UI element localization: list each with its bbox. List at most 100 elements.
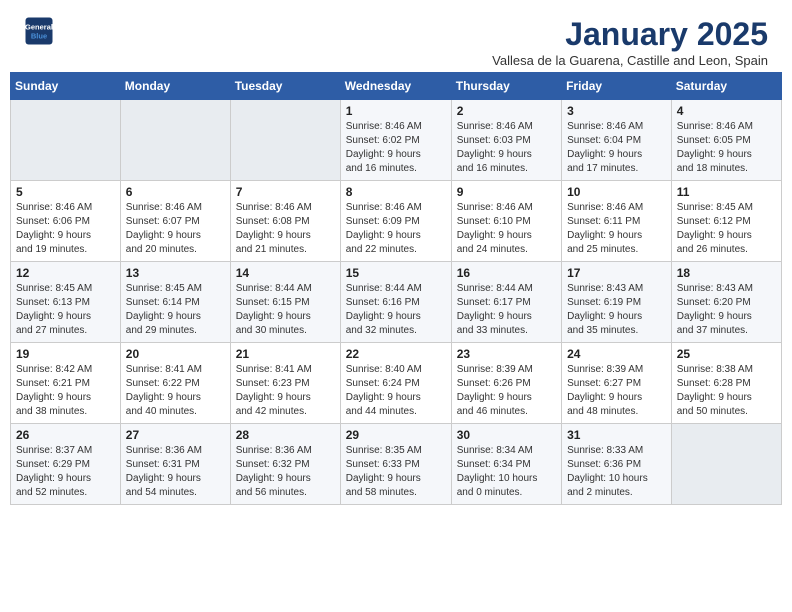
calendar-week-row: 5Sunrise: 8:46 AMSunset: 6:06 PMDaylight… — [11, 181, 782, 262]
day-info: Sunrise: 8:43 AMSunset: 6:19 PMDaylight:… — [567, 282, 666, 338]
day-number: 2 — [457, 104, 556, 118]
calendar-cell: 6 Sunrise: 8:46 AMSunset: 6:07 PMDaylight… — [120, 181, 230, 262]
day-info: Sunrise: 8:46 AMSunset: 6:06 PMDaylight:… — [16, 201, 115, 257]
calendar-cell: 31 Sunrise: 8:33 AMSunset: 6:36 PMDayligh… — [562, 424, 672, 505]
calendar-cell: 17 Sunrise: 8:43 AMSunset: 6:19 PMDayligh… — [562, 262, 672, 343]
calendar-cell: 4Sunrise: 8:46 AMSunset: 6:05 PMDaylight… — [671, 100, 781, 181]
day-info: Sunrise: 8:46 AMSunset: 6:03 PMDaylight:… — [457, 120, 556, 176]
header-saturday: Saturday — [671, 73, 781, 100]
calendar-cell: 9Sunrise: 8:46 AMSunset: 6:10 PMDaylight… — [451, 181, 561, 262]
svg-text:General: General — [25, 23, 53, 32]
day-number: 19 — [16, 347, 115, 361]
day-info: Sunrise: 8:36 AMSunset: 6:31 PMDaylight:… — [126, 444, 225, 500]
calendar-cell — [671, 424, 781, 505]
day-info: Sunrise: 8:40 AMSunset: 6:24 PMDaylight:… — [346, 363, 446, 419]
calendar-week-row: 12 Sunrise: 8:45 AMSunset: 6:13 PMDayligh… — [11, 262, 782, 343]
calendar-cell: 8Sunrise: 8:46 AMSunset: 6:09 PMDaylight… — [340, 181, 451, 262]
day-number: 6 — [126, 185, 225, 199]
calendar-cell: 24 Sunrise: 8:39 AMSunset: 6:27 PMDayligh… — [562, 343, 672, 424]
calendar-container: Sunday Monday Tuesday Wednesday Thursday… — [0, 72, 792, 515]
day-number: 28 — [236, 428, 335, 442]
calendar-cell: 23 Sunrise: 8:39 AMSunset: 6:26 PMDayligh… — [451, 343, 561, 424]
title-block: January 2025 Vallesa de la Guarena, Cast… — [492, 16, 768, 68]
calendar-cell — [230, 100, 340, 181]
calendar-cell: 1 Sunrise: 8:46 AMSunset: 6:02 PMDaylight… — [340, 100, 451, 181]
day-number: 17 — [567, 266, 666, 280]
day-info: Sunrise: 8:46 AMSunset: 6:04 PMDaylight:… — [567, 120, 666, 176]
month-title: January 2025 — [492, 16, 768, 53]
location-subtitle: Vallesa de la Guarena, Castille and Leon… — [492, 53, 768, 68]
header-wednesday: Wednesday — [340, 73, 451, 100]
day-number: 25 — [677, 347, 776, 361]
header-tuesday: Tuesday — [230, 73, 340, 100]
day-info: Sunrise: 8:34 AMSunset: 6:34 PMDaylight:… — [457, 444, 556, 500]
day-info: Sunrise: 8:36 AMSunset: 6:32 PMDaylight:… — [236, 444, 335, 500]
calendar-cell: 7 Sunrise: 8:46 AMSunset: 6:08 PMDaylight… — [230, 181, 340, 262]
day-number: 13 — [126, 266, 225, 280]
day-number: 12 — [16, 266, 115, 280]
header-friday: Friday — [562, 73, 672, 100]
day-info: Sunrise: 8:33 AMSunset: 6:36 PMDaylight:… — [567, 444, 666, 500]
page-header: General Blue January 2025 Vallesa de la … — [0, 0, 792, 72]
day-number: 23 — [457, 347, 556, 361]
day-number: 18 — [677, 266, 776, 280]
header-thursday: Thursday — [451, 73, 561, 100]
day-info: Sunrise: 8:45 AMSunset: 6:12 PMDaylight:… — [677, 201, 776, 257]
day-number: 3 — [567, 104, 666, 118]
calendar-cell: 13Sunrise: 8:45 AMSunset: 6:14 PMDayligh… — [120, 262, 230, 343]
day-info: Sunrise: 8:39 AMSunset: 6:26 PMDaylight:… — [457, 363, 556, 419]
day-info: Sunrise: 8:46 AMSunset: 6:08 PMDaylight:… — [236, 201, 335, 257]
day-info: Sunrise: 8:41 AMSunset: 6:22 PMDaylight:… — [126, 363, 225, 419]
day-number: 31 — [567, 428, 666, 442]
day-number: 15 — [346, 266, 446, 280]
logo: General Blue — [24, 16, 54, 46]
day-info: Sunrise: 8:46 AMSunset: 6:05 PMDaylight:… — [677, 120, 776, 176]
calendar-cell: 3 Sunrise: 8:46 AMSunset: 6:04 PMDaylight… — [562, 100, 672, 181]
day-info: Sunrise: 8:38 AMSunset: 6:28 PMDaylight:… — [677, 363, 776, 419]
logo-icon: General Blue — [24, 16, 54, 46]
day-info: Sunrise: 8:44 AMSunset: 6:17 PMDaylight:… — [457, 282, 556, 338]
calendar-cell: 12 Sunrise: 8:45 AMSunset: 6:13 PMDayligh… — [11, 262, 121, 343]
day-info: Sunrise: 8:39 AMSunset: 6:27 PMDaylight:… — [567, 363, 666, 419]
day-number: 14 — [236, 266, 335, 280]
calendar-cell: 10 Sunrise: 8:46 AMSunset: 6:11 PMDayligh… — [562, 181, 672, 262]
day-info: Sunrise: 8:42 AMSunset: 6:21 PMDaylight:… — [16, 363, 115, 419]
day-number: 10 — [567, 185, 666, 199]
day-info: Sunrise: 8:35 AMSunset: 6:33 PMDaylight:… — [346, 444, 446, 500]
day-info: Sunrise: 8:46 AMSunset: 6:02 PMDaylight:… — [346, 120, 446, 176]
calendar-week-row: 19 Sunrise: 8:42 AMSunset: 6:21 PMDayligh… — [11, 343, 782, 424]
calendar-cell: 19 Sunrise: 8:42 AMSunset: 6:21 PMDayligh… — [11, 343, 121, 424]
day-number: 11 — [677, 185, 776, 199]
day-info: Sunrise: 8:46 AMSunset: 6:09 PMDaylight:… — [346, 201, 446, 257]
calendar-cell: 25 Sunrise: 8:38 AMSunset: 6:28 PMDayligh… — [671, 343, 781, 424]
calendar-cell: 18 Sunrise: 8:43 AMSunset: 6:20 PMDayligh… — [671, 262, 781, 343]
calendar-cell: 28 Sunrise: 8:36 AMSunset: 6:32 PMDayligh… — [230, 424, 340, 505]
calendar-cell: 5Sunrise: 8:46 AMSunset: 6:06 PMDaylight… — [11, 181, 121, 262]
day-info: Sunrise: 8:44 AMSunset: 6:15 PMDaylight:… — [236, 282, 335, 338]
calendar-week-row: 26Sunrise: 8:37 AMSunset: 6:29 PMDayligh… — [11, 424, 782, 505]
calendar-cell: 22Sunrise: 8:40 AMSunset: 6:24 PMDayligh… — [340, 343, 451, 424]
day-info: Sunrise: 8:43 AMSunset: 6:20 PMDaylight:… — [677, 282, 776, 338]
day-number: 24 — [567, 347, 666, 361]
day-info: Sunrise: 8:46 AMSunset: 6:07 PMDaylight:… — [126, 201, 225, 257]
day-number: 20 — [126, 347, 225, 361]
header-sunday: Sunday — [11, 73, 121, 100]
calendar-cell: 26Sunrise: 8:37 AMSunset: 6:29 PMDayligh… — [11, 424, 121, 505]
day-info: Sunrise: 8:46 AMSunset: 6:11 PMDaylight:… — [567, 201, 666, 257]
calendar-cell — [120, 100, 230, 181]
weekday-header-row: Sunday Monday Tuesday Wednesday Thursday… — [11, 73, 782, 100]
calendar-cell: 14 Sunrise: 8:44 AMSunset: 6:15 PMDayligh… — [230, 262, 340, 343]
day-number: 7 — [236, 185, 335, 199]
calendar-cell — [11, 100, 121, 181]
calendar-week-row: 1 Sunrise: 8:46 AMSunset: 6:02 PMDaylight… — [11, 100, 782, 181]
header-monday: Monday — [120, 73, 230, 100]
day-number: 1 — [346, 104, 446, 118]
day-number: 27 — [126, 428, 225, 442]
svg-text:Blue: Blue — [31, 32, 47, 41]
day-info: Sunrise: 8:41 AMSunset: 6:23 PMDaylight:… — [236, 363, 335, 419]
calendar-cell: 16Sunrise: 8:44 AMSunset: 6:17 PMDayligh… — [451, 262, 561, 343]
day-info: Sunrise: 8:45 AMSunset: 6:13 PMDaylight:… — [16, 282, 115, 338]
calendar-cell: 20 Sunrise: 8:41 AMSunset: 6:22 PMDayligh… — [120, 343, 230, 424]
day-number: 29 — [346, 428, 446, 442]
day-number: 26 — [16, 428, 115, 442]
